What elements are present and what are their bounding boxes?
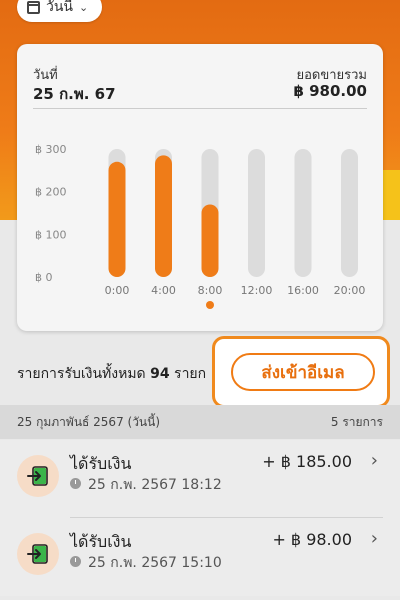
bar-track bbox=[294, 149, 312, 277]
email-button-highlight: ส่งเข้าอีเมล bbox=[212, 336, 390, 408]
total-prefix: รายการรับเงินทั้งหมด bbox=[17, 366, 146, 382]
total-suffix: รายก bbox=[174, 366, 207, 382]
chevron-right-icon: › bbox=[370, 450, 378, 471]
y-tick-label: ฿ 200 bbox=[35, 186, 67, 199]
x-tick-label: 20:00 bbox=[334, 284, 366, 297]
x-tick-label: 4:00 bbox=[151, 284, 176, 297]
receive-money-icon bbox=[17, 533, 59, 575]
sales-summary-card: วันที่ 25 ก.พ. 67 ยอดขายรวม ฿ 980.00 ฿ 0… bbox=[17, 44, 383, 331]
bar-track bbox=[248, 149, 265, 277]
transaction-amount: + ฿ 98.00 bbox=[272, 530, 352, 549]
bar bbox=[201, 204, 219, 277]
transaction-row[interactable]: ได้รับเงิน 25 ก.พ. 2567 18:12 + ฿ 185.00… bbox=[0, 440, 400, 518]
bar-track bbox=[341, 149, 358, 277]
transaction-time: 25 ก.พ. 2567 15:10 bbox=[88, 555, 222, 571]
x-tick-label: 12:00 bbox=[241, 284, 273, 297]
send-email-button[interactable]: ส่งเข้าอีเมล bbox=[231, 353, 375, 391]
y-tick-label: ฿ 300 bbox=[35, 143, 67, 156]
date-filter-button[interactable]: วันนี้ ⌄ bbox=[17, 0, 103, 22]
transaction-total-text: รายการรับเงินทั้งหมด 94 รายก bbox=[17, 363, 206, 385]
clock-icon bbox=[70, 556, 81, 567]
x-tick-label: 16:00 bbox=[287, 284, 319, 297]
hourly-sales-chart: ฿ 0 ฿ 100 ฿ 200 ฿ 300 0:00 4:00 8:00 12:00 16:00… bbox=[35, 143, 366, 309]
section-count: 5 รายการ bbox=[330, 414, 383, 429]
transaction-row[interactable]: ได้รับเงิน 25 ก.พ. 2567 15:10 + ฿ 98.00 … bbox=[0, 518, 400, 596]
clock-icon bbox=[70, 478, 81, 489]
section-header: 25 กุมภาพันธ์ 2567 (วันนี้) 5 รายการ bbox=[0, 405, 400, 439]
y-tick-label: ฿ 0 bbox=[35, 271, 53, 284]
date-filter-label: วันนี้ bbox=[46, 0, 74, 15]
section-date: 25 กุมภาพันธ์ 2567 (วันนี้) bbox=[17, 414, 161, 429]
y-tick-label: ฿ 100 bbox=[35, 228, 67, 241]
chevron-down-icon: ⌄ bbox=[79, 0, 89, 14]
chevron-right-icon: › bbox=[370, 528, 378, 549]
calendar-icon bbox=[27, 0, 40, 14]
x-tick-label: 8:00 bbox=[198, 284, 223, 297]
x-tick-label: 0:00 bbox=[105, 284, 130, 297]
receive-money-icon bbox=[17, 455, 59, 497]
transaction-time: 25 ก.พ. 2567 18:12 bbox=[88, 477, 222, 493]
bar bbox=[155, 155, 172, 277]
transaction-amount: + ฿ 185.00 bbox=[262, 452, 352, 471]
total-count: 94 bbox=[150, 366, 170, 382]
bar bbox=[108, 161, 126, 277]
selected-indicator-dot bbox=[206, 301, 214, 309]
